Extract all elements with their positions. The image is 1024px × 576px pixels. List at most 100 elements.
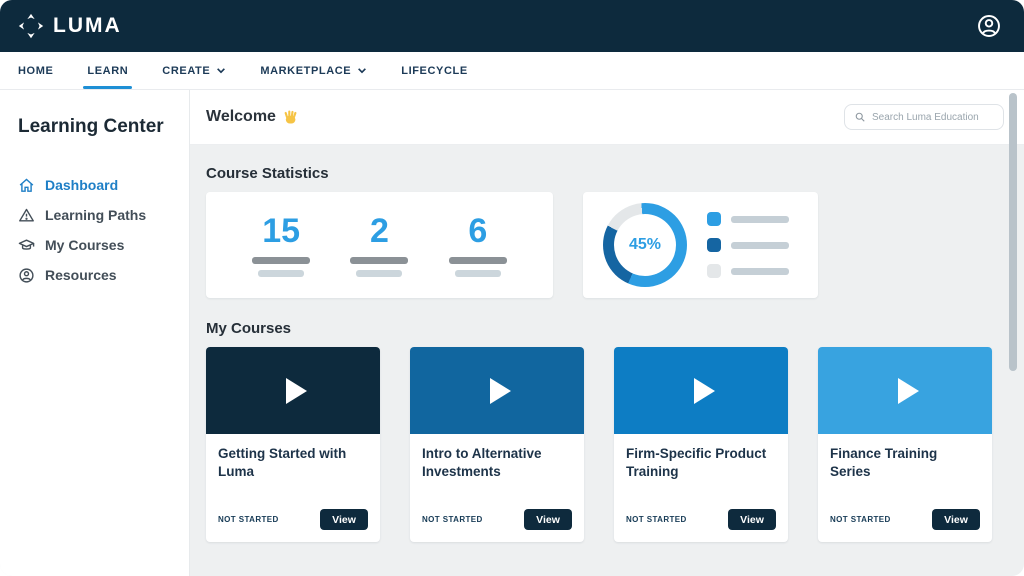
content-header: Welcome <box>190 90 1024 145</box>
legend-label-placeholder <box>731 268 789 275</box>
sidebar: Learning Center Dashboard Learning Paths <box>0 90 190 576</box>
stat-block: 15 <box>252 214 310 277</box>
play-icon <box>490 378 511 404</box>
nav-tab-create[interactable]: CREATE <box>162 52 226 89</box>
course-title: Finance Training Series <box>830 445 980 480</box>
sidebar-item-resources[interactable]: Resources <box>18 260 171 290</box>
nav-tab-marketplace[interactable]: MARKETPLACE <box>260 52 367 89</box>
course-thumbnail[interactable] <box>206 347 380 434</box>
legend-swatch <box>707 212 721 226</box>
nav-label: CREATE <box>162 65 210 77</box>
view-button[interactable]: View <box>728 509 776 530</box>
legend-label-placeholder <box>731 242 789 249</box>
scrollbar[interactable] <box>1009 93 1017 371</box>
status-badge: NOT STARTED <box>830 515 891 524</box>
nav-label: MARKETPLACE <box>260 65 351 77</box>
course-card-body: Firm-Specific Product Training NOT START… <box>614 434 788 542</box>
donut-chart: 45% <box>603 203 687 287</box>
course-card-body: Finance Training Series NOT STARTED View <box>818 434 992 542</box>
sidebar-item-dashboard[interactable]: Dashboard <box>18 170 171 200</box>
search-input[interactable] <box>872 112 994 123</box>
user-circle-icon <box>976 13 1002 39</box>
legend-swatch <box>707 264 721 278</box>
chevron-down-icon <box>216 67 226 74</box>
course-card[interactable]: Getting Started with Luma NOT STARTED Vi… <box>206 347 380 542</box>
sidebar-menu: Dashboard Learning Paths My Courses <box>18 170 171 290</box>
course-card[interactable]: Intro to Alternative Investments NOT STA… <box>410 347 584 542</box>
content-area: Welcome <box>190 90 1024 576</box>
course-thumbnail[interactable] <box>410 347 584 434</box>
course-title: Firm-Specific Product Training <box>626 445 776 480</box>
sidebar-item-my-courses[interactable]: My Courses <box>18 230 171 260</box>
nav-tab-lifecycle[interactable]: LIFECYCLE <box>401 52 468 89</box>
stat-value: 6 <box>468 214 487 248</box>
sidebar-item-label: Dashboard <box>45 177 118 193</box>
course-card-list: Getting Started with Luma NOT STARTED Vi… <box>206 347 1008 542</box>
course-title: Getting Started with Luma <box>218 445 368 480</box>
page-title: Learning Center <box>18 116 171 138</box>
course-card-body: Intro to Alternative Investments NOT STA… <box>410 434 584 542</box>
donut-hole: 45% <box>614 214 676 276</box>
view-button[interactable]: View <box>320 509 368 530</box>
chevron-down-icon <box>357 67 367 74</box>
course-thumbnail[interactable] <box>818 347 992 434</box>
sidebar-item-label: My Courses <box>45 237 124 253</box>
top-header: LUMA <box>0 0 1024 52</box>
nav-tab-home[interactable]: HOME <box>18 52 53 89</box>
app-window: LUMA HOME LEARN CREATE MARKETPLACE LIFEC… <box>0 0 1024 576</box>
play-icon <box>286 378 307 404</box>
nav-tab-learn[interactable]: LEARN <box>87 52 128 89</box>
welcome-text: Welcome <box>206 108 276 126</box>
stat-block: 2 <box>350 214 408 277</box>
legend-row <box>707 264 789 278</box>
nav-label: LIFECYCLE <box>401 65 468 77</box>
nav-label: LEARN <box>87 65 128 77</box>
course-card-body: Getting Started with Luma NOT STARTED Vi… <box>206 434 380 542</box>
status-badge: NOT STARTED <box>626 515 687 524</box>
home-icon <box>18 177 35 194</box>
section-heading-course-statistics: Course Statistics <box>206 165 1008 182</box>
search-icon <box>854 111 866 123</box>
content-body: Course Statistics 15 2 <box>190 145 1024 556</box>
stat-value: 15 <box>262 214 300 248</box>
course-thumbnail[interactable] <box>614 347 788 434</box>
view-button[interactable]: View <box>524 509 572 530</box>
course-statistics-card: 15 2 6 <box>206 192 553 298</box>
legend-swatch <box>707 238 721 252</box>
play-icon <box>898 378 919 404</box>
wave-emoji-icon <box>283 109 300 126</box>
completion-chart-card: 45% <box>583 192 818 298</box>
nav-label: HOME <box>18 65 53 77</box>
path-alert-icon <box>18 207 35 224</box>
legend-label-placeholder <box>731 216 789 223</box>
sidebar-item-label: Resources <box>45 267 117 283</box>
stat-sublabel-placeholder <box>258 270 304 277</box>
chart-legend <box>707 212 789 278</box>
sidebar-item-label: Learning Paths <box>45 207 146 223</box>
brand-name: LUMA <box>53 14 122 38</box>
sidebar-item-learning-paths[interactable]: Learning Paths <box>18 200 171 230</box>
stat-sublabel-placeholder <box>455 270 501 277</box>
luma-compass-icon <box>18 13 44 39</box>
brand-logo[interactable]: LUMA <box>18 13 122 39</box>
stat-label-placeholder <box>252 257 310 264</box>
stat-block: 6 <box>449 214 507 277</box>
stat-label-placeholder <box>449 257 507 264</box>
course-card[interactable]: Finance Training Series NOT STARTED View <box>818 347 992 542</box>
legend-row <box>707 212 789 226</box>
stat-sublabel-placeholder <box>356 270 402 277</box>
account-button[interactable] <box>976 13 1002 39</box>
welcome-heading: Welcome <box>206 108 300 126</box>
donut-center-label: 45% <box>629 236 661 254</box>
course-title: Intro to Alternative Investments <box>422 445 572 480</box>
stat-value: 2 <box>370 214 389 248</box>
legend-row <box>707 238 789 252</box>
section-heading-my-courses: My Courses <box>206 320 1008 337</box>
status-badge: NOT STARTED <box>218 515 279 524</box>
graduation-cap-icon <box>18 237 35 254</box>
status-badge: NOT STARTED <box>422 515 483 524</box>
search-box[interactable] <box>844 104 1004 130</box>
stat-label-placeholder <box>350 257 408 264</box>
view-button[interactable]: View <box>932 509 980 530</box>
course-card[interactable]: Firm-Specific Product Training NOT START… <box>614 347 788 542</box>
